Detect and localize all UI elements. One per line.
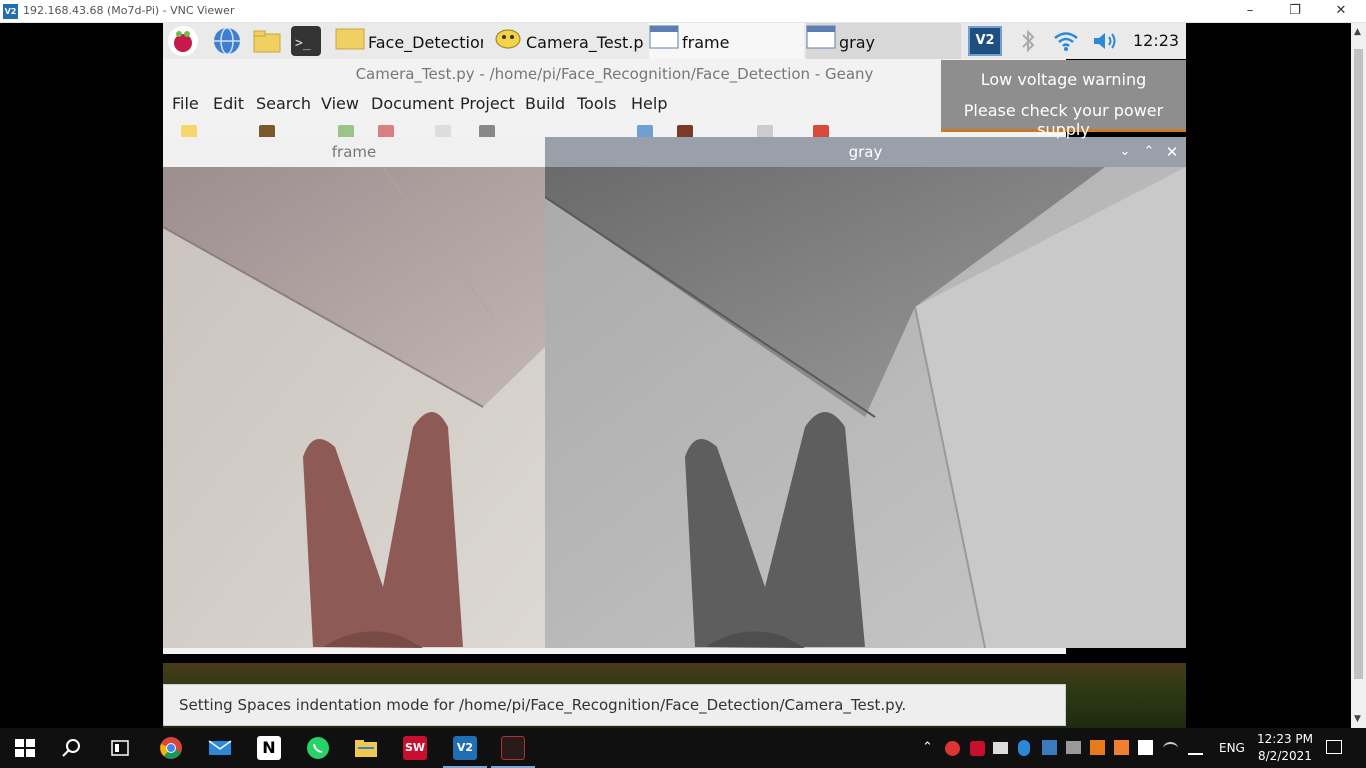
raspberry-menu-icon[interactable] xyxy=(168,26,198,56)
menu-file[interactable]: File xyxy=(172,89,199,119)
task-label: frame xyxy=(682,33,730,52)
frame-camera-image xyxy=(163,167,545,648)
status-message: Setting Spaces indentation mode for /hom… xyxy=(179,696,907,714)
geany-statusbar: Setting Spaces indentation mode for /hom… xyxy=(163,684,1066,726)
windows-taskbar: N SW V2 ⌃ ENG 12:23 PM 8/2/2021 xyxy=(0,728,1366,768)
scroll-thumb[interactable] xyxy=(1354,49,1363,679)
terminal-icon[interactable]: >_ xyxy=(291,26,321,56)
language-indicator[interactable]: ENG xyxy=(1219,741,1245,755)
svg-text:>_: >_ xyxy=(295,36,311,51)
taskbar-time[interactable]: 12:23 PM xyxy=(1257,732,1313,746)
pen-icon[interactable] xyxy=(1188,740,1203,755)
close-file-icon[interactable] xyxy=(479,125,495,137)
task-face-detection[interactable]: Face_Detection xyxy=(335,23,483,59)
pi-top-panel: >_ Face_Detection Camera_Test.p... frame… xyxy=(163,23,1186,59)
security-icon[interactable] xyxy=(1138,740,1153,755)
app-icon[interactable] xyxy=(501,736,525,760)
notification-message: Please check your power supply xyxy=(963,101,1164,139)
wifi-icon[interactable] xyxy=(1053,29,1079,53)
solidworks-tray-icon[interactable] xyxy=(970,741,985,756)
menu-document[interactable]: Document xyxy=(371,89,454,119)
geany-title: Camera_Test.py - /home/pi/Face_Recogniti… xyxy=(355,65,874,83)
window-icon xyxy=(649,23,679,59)
menu-view[interactable]: View xyxy=(321,89,359,119)
panel-clock[interactable]: 12:23 xyxy=(1133,23,1179,59)
task-gray[interactable]: gray xyxy=(806,23,961,59)
vnc-server-icon[interactable]: V2 xyxy=(968,26,1002,56)
task-label: gray xyxy=(839,33,876,52)
task-view-icon[interactable] xyxy=(108,736,132,760)
new-file-icon[interactable] xyxy=(181,125,197,137)
notification-title: Low voltage warning xyxy=(980,70,1147,89)
file-explorer-icon[interactable] xyxy=(354,736,378,760)
close-icon[interactable]: ✕ xyxy=(1161,137,1183,167)
frame-window[interactable]: frame xyxy=(163,137,545,648)
remote-desktop[interactable]: >_ Face_Detection Camera_Test.p... frame… xyxy=(163,23,1186,728)
menu-search[interactable]: Search xyxy=(256,89,311,119)
save-all-icon[interactable] xyxy=(378,125,394,137)
gray-camera-image xyxy=(545,167,1186,648)
search-icon[interactable] xyxy=(60,736,84,760)
build-icon[interactable] xyxy=(677,125,693,137)
windows-start-icon[interactable] xyxy=(13,736,37,760)
show-hidden-icons-icon[interactable]: ⌃ xyxy=(922,740,933,755)
execute-icon[interactable] xyxy=(757,125,773,137)
geany-icon xyxy=(493,23,523,59)
vnc-scrollbar[interactable]: ▲ ▼ xyxy=(1351,23,1366,728)
battery-icon[interactable] xyxy=(993,742,1008,754)
vnc-viewer-taskbar-icon[interactable]: V2 xyxy=(453,736,477,760)
maximize-icon[interactable]: ⌃ xyxy=(1138,137,1160,167)
menu-tools[interactable]: Tools xyxy=(577,89,616,119)
tray-app-icon[interactable] xyxy=(1090,740,1105,755)
whatsapp-icon[interactable] xyxy=(306,736,330,760)
task-label: Camera_Test.p... xyxy=(526,33,643,52)
task-label: Face_Detection xyxy=(368,33,483,52)
menu-help[interactable]: Help xyxy=(631,89,667,119)
drive-icon[interactable] xyxy=(1066,741,1081,754)
vnc-window-title: 192.168.43.68 (Mo7d-Pi) - VNC Viewer xyxy=(23,4,235,17)
file-manager-icon[interactable] xyxy=(252,26,282,56)
notion-icon[interactable]: N xyxy=(257,736,281,760)
notifications-icon[interactable] xyxy=(1326,740,1342,754)
web-browser-icon[interactable] xyxy=(212,26,242,56)
volume-icon[interactable] xyxy=(1091,29,1119,53)
gray-window[interactable]: gray ⌄ ⌃ ✕ xyxy=(545,137,1186,648)
task-frame[interactable]: frame xyxy=(649,23,804,59)
antivirus-icon[interactable] xyxy=(945,741,960,756)
vnc-titlebar: V2 192.168.43.68 (Mo7d-Pi) - VNC Viewer … xyxy=(0,0,1366,23)
scroll-up-icon[interactable]: ▲ xyxy=(1354,27,1361,37)
bluetooth-tray-icon[interactable] xyxy=(1018,740,1030,756)
menu-project[interactable]: Project xyxy=(460,89,515,119)
gray-window-title[interactable]: gray xyxy=(545,137,1186,167)
network-app-icon[interactable] xyxy=(1042,740,1057,755)
window-icon xyxy=(806,23,836,59)
frame-window-title[interactable]: frame xyxy=(163,137,545,167)
save-icon[interactable] xyxy=(338,125,354,137)
restore-icon[interactable]: ❐ xyxy=(1272,0,1318,23)
color-chooser-icon[interactable] xyxy=(813,125,829,137)
vnc-logo-icon: V2 xyxy=(3,4,18,19)
open-file-icon[interactable] xyxy=(259,125,275,137)
task-camera-test[interactable]: Camera_Test.p... xyxy=(493,23,643,59)
geany-menubar: File Edit Search View Document Project B… xyxy=(163,89,1066,119)
folder-icon xyxy=(335,23,365,59)
low-voltage-notification[interactable]: Low voltage warning Please check your po… xyxy=(941,60,1186,139)
compile-icon[interactable] xyxy=(637,125,653,137)
menu-build[interactable]: Build xyxy=(525,89,565,119)
geany-window: Camera_Test.py - /home/pi/Face_Recogniti… xyxy=(163,59,1186,726)
minimize-icon[interactable]: ⌄ xyxy=(1114,137,1136,167)
tray-app-icon[interactable] xyxy=(1114,740,1129,755)
bluetooth-icon[interactable] xyxy=(1018,29,1038,53)
close-icon[interactable]: ✕ xyxy=(1318,0,1364,23)
minimize-icon[interactable]: – xyxy=(1227,0,1273,23)
menu-edit[interactable]: Edit xyxy=(213,89,244,119)
geany-toolbar xyxy=(163,119,1066,137)
mail-icon[interactable] xyxy=(208,736,232,760)
taskbar-date[interactable]: 8/2/2021 xyxy=(1258,749,1312,763)
solidworks-icon[interactable]: SW xyxy=(403,736,427,760)
wifi-tray-icon[interactable] xyxy=(1163,742,1178,755)
revert-icon[interactable] xyxy=(435,125,451,137)
chrome-icon[interactable] xyxy=(159,736,183,760)
scroll-down-icon[interactable]: ▼ xyxy=(1354,714,1361,724)
